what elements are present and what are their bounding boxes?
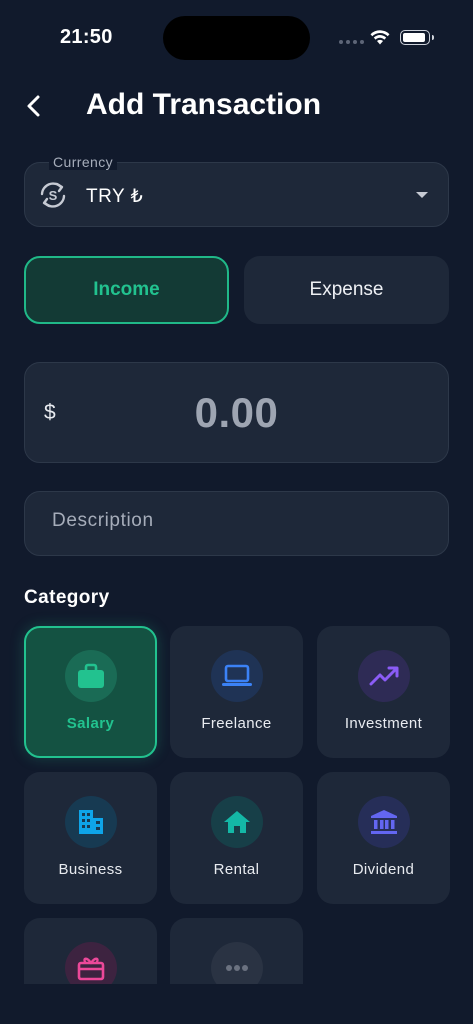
category-dividend[interactable]: Dividend (317, 772, 450, 904)
category-freelance[interactable]: Freelance (170, 626, 303, 758)
category-label: Rental (213, 861, 260, 878)
briefcase-icon (64, 650, 117, 702)
category-more[interactable] (170, 918, 303, 984)
category-investment[interactable]: Investment (317, 626, 450, 758)
category-label: Salary (66, 715, 115, 732)
category-grid: Salary Freelance Investment Business Ren… (0, 0, 473, 984)
home-icon (210, 796, 263, 848)
gift-icon (64, 942, 117, 984)
building-icon (64, 796, 117, 848)
more-icon (210, 942, 263, 984)
category-rental[interactable]: Rental (170, 772, 303, 904)
category-label: Investment (344, 715, 423, 732)
category-label: Freelance (201, 715, 272, 732)
category-salary[interactable]: Salary (24, 626, 157, 758)
category-gift[interactable] (24, 918, 157, 984)
laptop-icon (210, 650, 263, 702)
bank-icon (357, 796, 410, 848)
category-business[interactable]: Business (24, 772, 157, 904)
category-label: Business (58, 861, 123, 878)
category-label: Dividend (352, 861, 415, 878)
trending-up-icon (357, 650, 410, 702)
